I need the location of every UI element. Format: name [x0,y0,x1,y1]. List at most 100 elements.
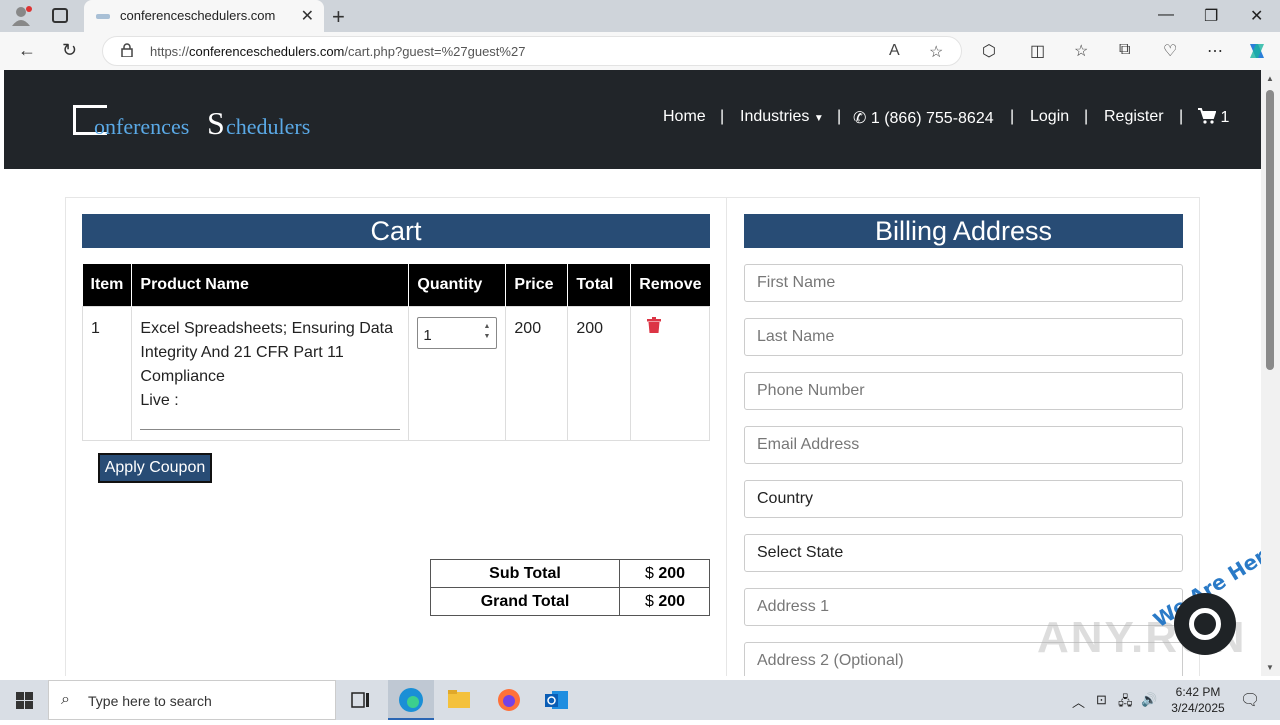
billing-heading: Billing Address [744,214,1183,248]
grandtotal-row: Grand Total $ 200 [430,587,710,616]
state-select[interactable]: Select State [744,534,1183,572]
quantity-value: 1 [423,326,432,344]
col-item: Item [82,264,133,306]
scrollbar-thumb[interactable] [1266,90,1274,370]
page-scrollbar[interactable]: ▲ ▼ [1261,70,1280,676]
product-live-label: Live : [140,391,179,409]
taskbar-search[interactable]: ⌕ Type here to search [48,680,336,720]
last-name-field[interactable]: Last Name [744,318,1183,356]
column-divider [726,197,727,676]
product-name: Excel Spreadsheets; Ensuring Data Integr… [140,319,393,385]
subtotal-label: Sub Total [430,559,620,588]
browser-essentials-icon[interactable]: ♡ [1163,41,1177,61]
trash-icon[interactable] [647,316,662,333]
chat-widget-button[interactable] [1174,593,1236,655]
phone-field[interactable]: Phone Number [744,372,1183,410]
windows-start-icon[interactable] [16,692,33,709]
url-text: https://conferenceschedulers.com/cart.ph… [150,44,526,59]
col-remove: Remove [630,264,710,306]
refresh-icon[interactable]: ↻ [62,40,77,61]
table-row: 1 Excel Spreadsheets; Ensuring Data Inte… [81,305,710,441]
price-cell: 200 [505,305,569,441]
taskbar-clock[interactable]: 6:42 PM 3/24/2025 [1160,684,1236,716]
col-total: Total [567,264,632,306]
nav-separator: | [1010,108,1015,125]
favorite-star-icon[interactable]: ☆ [929,42,943,62]
new-tab-icon[interactable]: + [332,4,345,30]
file-explorer-icon[interactable] [436,680,482,720]
grandtotal-label: Grand Total [430,587,620,616]
task-view-icon[interactable] [337,680,383,720]
quantity-stepper[interactable]: 1 ▲ ▼ [417,316,498,349]
profile-icon[interactable] [10,6,32,26]
col-product-name: Product Name [131,264,410,306]
firefox-icon[interactable] [486,680,532,720]
product-cell: Excel Spreadsheets; Ensuring Data Integr… [131,305,410,441]
col-price: Price [505,264,569,306]
cart-count: 1 [1220,109,1230,126]
country-select[interactable]: Country [744,480,1183,518]
clock-time: 6:42 PM [1175,685,1221,699]
address-toolbar: ← ↻ https://conferenceschedulers.com/car… [0,32,1280,70]
scroll-down-icon[interactable]: ▼ [1266,663,1274,672]
restore-icon[interactable]: ❐ [1204,6,1218,26]
subtotal-amount: $ 200 [619,559,710,588]
network-icon[interactable]: 🖧 [1118,692,1133,714]
scroll-up-icon[interactable]: ▲ [1266,74,1274,83]
address-bar[interactable]: https://conferenceschedulers.com/cart.ph… [102,36,962,66]
back-icon[interactable]: ← [18,40,36,61]
nav-home[interactable]: Home [663,108,706,126]
close-window-icon[interactable]: ✕ [1250,6,1263,26]
nav-register[interactable]: Register [1104,108,1164,126]
edge-taskbar-icon[interactable] [388,680,434,720]
apply-coupon-button[interactable]: Apply Coupon [98,453,212,483]
meet-now-icon[interactable]: ⊡ [1096,692,1107,708]
show-hidden-icons-icon[interactable]: ︿ [1072,692,1085,711]
taskbar-search-placeholder: Type here to search [88,693,212,709]
cart-heading: Cart [82,214,710,248]
minimize-icon[interactable]: — [1158,6,1174,24]
logo-text-conferences: onferences [94,114,190,139]
volume-icon[interactable]: 🔊 [1141,692,1157,708]
outlook-icon[interactable] [534,680,580,720]
logo-letter-s: S [207,105,225,141]
col-quantity: Quantity [408,264,507,306]
search-icon: ⌕ [61,691,70,708]
notifications-icon[interactable]: 🗨 [1240,690,1260,710]
product-divider [140,428,401,430]
windows-taskbar: ⌕ Type here to search ︿ ⊡ 🖧 🔊 6:42 PM 3/… [0,680,1280,720]
nav-separator: | [1179,108,1184,125]
extensions-icon[interactable]: ⬡ [982,41,996,61]
nav-login[interactable]: Login [1030,108,1069,126]
chat-bubble-icon [1189,608,1221,640]
nav-separator: | [720,108,725,125]
split-screen-icon[interactable]: ◫ [1030,41,1045,61]
first-name-field[interactable]: First Name [744,264,1183,302]
clock-date: 3/24/2025 [1171,701,1225,715]
email-field[interactable]: Email Address [744,426,1183,464]
tab-actions-icon[interactable] [52,8,68,23]
nav-phone[interactable]: ✆ 1 (866) 755-8624 [853,108,994,128]
grandtotal-amount: $ 200 [619,587,710,616]
browser-tab-bar: conferenceschedulers.com ✕ + — ❐ ✕ [0,0,1280,32]
stepper-arrows-icon[interactable]: ▲ ▼ [483,322,490,342]
nav-industries[interactable]: Industries ▼ [740,108,824,126]
phone-icon: ✆ [853,110,867,127]
copilot-icon[interactable] [1246,40,1268,62]
nav-cart[interactable]: 1 [1198,108,1229,127]
remove-cell [630,305,710,441]
subtotal-row: Sub Total $ 200 [430,559,710,588]
cart-table-header: Item Product Name Quantity Price Total R… [82,264,710,306]
logo-text-schedulers: chedulers [226,114,311,139]
browser-tab[interactable]: conferenceschedulers.com ✕ [84,0,324,32]
favicon-icon [96,14,110,19]
favorites-icon[interactable]: ☆ [1074,41,1088,61]
lock-icon [121,43,133,57]
more-menu-icon[interactable]: ⋯ [1207,41,1223,61]
collections-icon[interactable]: ⧉ [1119,41,1130,59]
cart-icon [1198,108,1217,124]
read-aloud-icon[interactable]: A [889,42,900,60]
close-tab-icon[interactable]: ✕ [301,6,314,26]
caret-down-icon: ▼ [813,113,824,124]
quantity-cell: 1 ▲ ▼ [408,305,507,441]
